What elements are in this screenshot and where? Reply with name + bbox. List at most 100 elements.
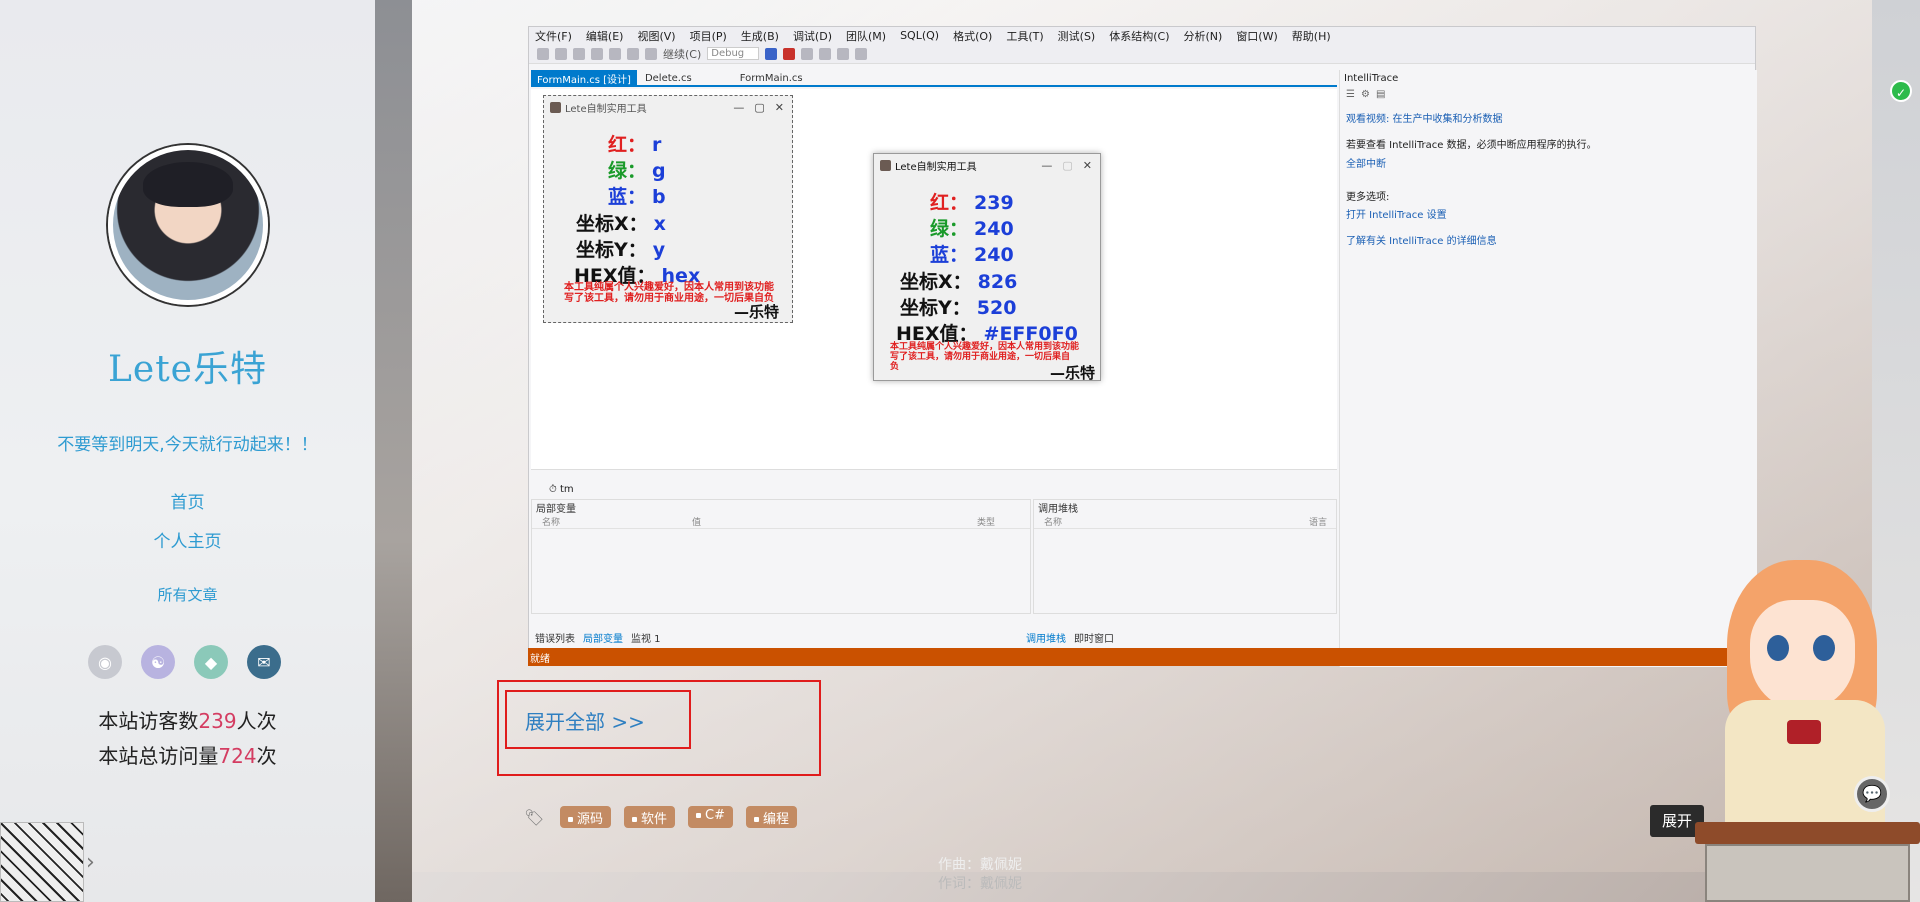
close-icon[interactable]: ✕ (1083, 159, 1092, 172)
form-designer-surface: Lete自制实用工具 — ▢ ✕ 红： r 绿： g 蓝： b 坐标X： x 坐标Y： y H… (531, 89, 1337, 469)
running-row-x: 坐标X： 826 (900, 267, 1017, 294)
app-icon (550, 101, 561, 113)
visitor-count-number: 239 (198, 709, 237, 733)
tab-formmain-design[interactable]: FormMain.cs [设计] (531, 69, 637, 87)
close-icon[interactable]: ✕ (775, 101, 784, 114)
menu-tools[interactable]: 工具(T) (1006, 28, 1043, 44)
running-form-window[interactable]: Lete自制实用工具 — ▢ ✕ 红： 239 绿： 240 蓝： 240 坐标X： 826… (873, 153, 1101, 382)
save-icon[interactable] (591, 47, 603, 60)
chat-bubble-icon[interactable]: 💬 (1854, 776, 1890, 812)
security-shield-icon[interactable]: ✓ (1890, 80, 1912, 102)
intellitrace-open-settings-link[interactable]: 打开 IntelliTrace 设置 (1346, 206, 1447, 221)
pageview-count-suffix: 次 (256, 744, 277, 768)
menu-view[interactable]: 视图(V) (637, 28, 675, 44)
green-label: 绿： (930, 218, 969, 240)
layout-icon[interactable] (855, 47, 868, 60)
blue-label: 蓝： (608, 186, 647, 208)
x-label: 坐标X： (900, 271, 972, 293)
menu-analyze[interactable]: 分析(N) (1184, 28, 1223, 44)
save-all-icon[interactable] (609, 47, 621, 60)
menu-build[interactable]: 生成(B) (741, 28, 779, 44)
menu-debug[interactable]: 调试(D) (793, 28, 832, 44)
maximize-icon[interactable]: ▢ (1062, 159, 1072, 172)
menu-window[interactable]: 窗口(W) (1236, 28, 1277, 44)
tag-csharp[interactable]: C# (688, 806, 733, 828)
intellitrace-video-link[interactable]: 观看视频: 在生产中收集和分析数据 (1346, 110, 1503, 125)
weibo-icon[interactable]: ☯ (141, 645, 175, 679)
menu-format[interactable]: 格式(O) (953, 28, 992, 44)
design-form-window[interactable]: Lete自制实用工具 — ▢ ✕ 红： r 绿： g 蓝： b 坐标X： x 坐标Y： y H… (543, 95, 793, 323)
intellitrace-break-all-link[interactable]: 全部中断 (1346, 155, 1386, 170)
locals-panel-title: 局部变量 (536, 504, 576, 515)
music-player-toggle-icon[interactable]: › (86, 850, 95, 875)
minimize-icon[interactable]: — (733, 101, 744, 114)
menu-project[interactable]: 项目(P) (690, 28, 727, 44)
github-icon[interactable]: ◉ (88, 645, 122, 679)
redo-icon[interactable] (645, 47, 657, 60)
step-icon[interactable] (819, 47, 832, 60)
forward-icon[interactable] (555, 47, 567, 60)
align-icon[interactable] (837, 47, 850, 60)
tab-formmain-cs[interactable]: FormMain.cs (734, 72, 809, 85)
live2d-mascot[interactable] (1695, 560, 1920, 902)
running-form-titlebar: Lete自制实用工具 — ▢ ✕ (874, 154, 1100, 176)
tab-error-list[interactable]: 错误列表 (535, 630, 575, 645)
x-value: x (653, 213, 666, 235)
filter-icon[interactable]: ▤ (1376, 89, 1385, 100)
tab-immediate-window[interactable]: 即时窗口 (1074, 630, 1114, 645)
settings-icon[interactable]: ⚙ (1361, 89, 1370, 100)
nav-all-articles-link[interactable]: 所有文章 (0, 584, 375, 605)
pause-icon[interactable] (765, 47, 778, 60)
pageview-count: 本站总访问量724次 (0, 740, 375, 769)
tag-programming[interactable]: 编程 (746, 806, 798, 828)
ide-screenshot: 文件(F) 编辑(E) 视图(V) 项目(P) 生成(B) 调试(D) 团队(M… (528, 26, 1757, 667)
tab-call-stack[interactable]: 调用堆栈 (1026, 630, 1066, 645)
menu-help[interactable]: 帮助(H) (1292, 28, 1331, 44)
continue-button[interactable]: 继续(C) (663, 46, 701, 62)
intellitrace-learn-more-link[interactable]: 了解有关 IntelliTrace 的详细信息 (1346, 232, 1497, 247)
music-player-cover[interactable] (0, 822, 84, 902)
running-disclaimer-line2: 写了该工具，请勿用于商业用途，一切后果自 (890, 352, 1071, 362)
maximize-icon[interactable]: ▢ (754, 101, 764, 114)
new-project-icon[interactable] (573, 47, 585, 60)
visitor-count: 本站访客数239人次 (0, 705, 375, 734)
bottom-tabs-left: 错误列表 局部变量 监视 1 (535, 630, 661, 645)
tab-watch-1[interactable]: 监视 1 (631, 630, 661, 645)
sidebar: Lete乐特 不要等到明天,今天就行动起来！！ 首页 个人主页 所有文章 ◉ ☯… (0, 0, 375, 902)
debug-config-select[interactable]: Debug (707, 47, 760, 60)
design-form-titlebar: Lete自制实用工具 — ▢ ✕ (544, 96, 792, 118)
avatar[interactable] (108, 145, 268, 305)
back-icon[interactable] (537, 47, 549, 60)
menu-team[interactable]: 团队(M) (846, 28, 886, 44)
menu-test[interactable]: 测试(S) (1058, 28, 1096, 44)
timer-component-label: tm (559, 484, 574, 495)
tag-software[interactable]: 软件 (624, 806, 676, 828)
menu-edit[interactable]: 编辑(E) (586, 28, 624, 44)
tag-icon: 🏷 (524, 808, 545, 827)
list-view-icon[interactable]: ☰ (1346, 89, 1355, 100)
menu-architecture[interactable]: 体系结构(C) (1109, 28, 1169, 44)
nav-home-link[interactable]: 首页 (0, 488, 375, 513)
email-icon[interactable]: ✉ (247, 645, 281, 679)
design-row-red: 红： r (608, 130, 661, 157)
running-row-green: 绿： 240 (930, 214, 1014, 241)
minimize-icon[interactable]: — (1041, 159, 1052, 172)
menu-file[interactable]: 文件(F) (535, 28, 572, 44)
menu-sql[interactable]: SQL(Q) (900, 29, 939, 42)
nav-profile-link[interactable]: 个人主页 (0, 527, 375, 552)
tab-locals[interactable]: 局部变量 (583, 630, 623, 645)
stop-icon[interactable] (783, 47, 796, 60)
design-signature: —乐特 (734, 303, 780, 321)
tag-source-code[interactable]: 源码 (560, 806, 612, 828)
undo-icon[interactable] (627, 47, 639, 60)
tab-delete-cs[interactable]: Delete.cs (639, 72, 698, 85)
ide-toolbar: 继续(C) Debug (529, 44, 1755, 64)
expand-all-link[interactable]: 展开全部 >> (525, 706, 645, 735)
qq-icon[interactable]: ◆ (194, 645, 228, 679)
timer-component[interactable]: ⏱ tm (549, 484, 574, 495)
document-tabs: FormMain.cs [设计] Delete.cs FormMain.cs (531, 69, 1337, 87)
visitor-count-prefix: 本站访客数 (98, 709, 199, 733)
site-title[interactable]: Lete乐特 (0, 340, 375, 392)
bottom-tabs-right: 调用堆栈 即时窗口 (1026, 630, 1114, 645)
restart-icon[interactable] (801, 47, 814, 60)
